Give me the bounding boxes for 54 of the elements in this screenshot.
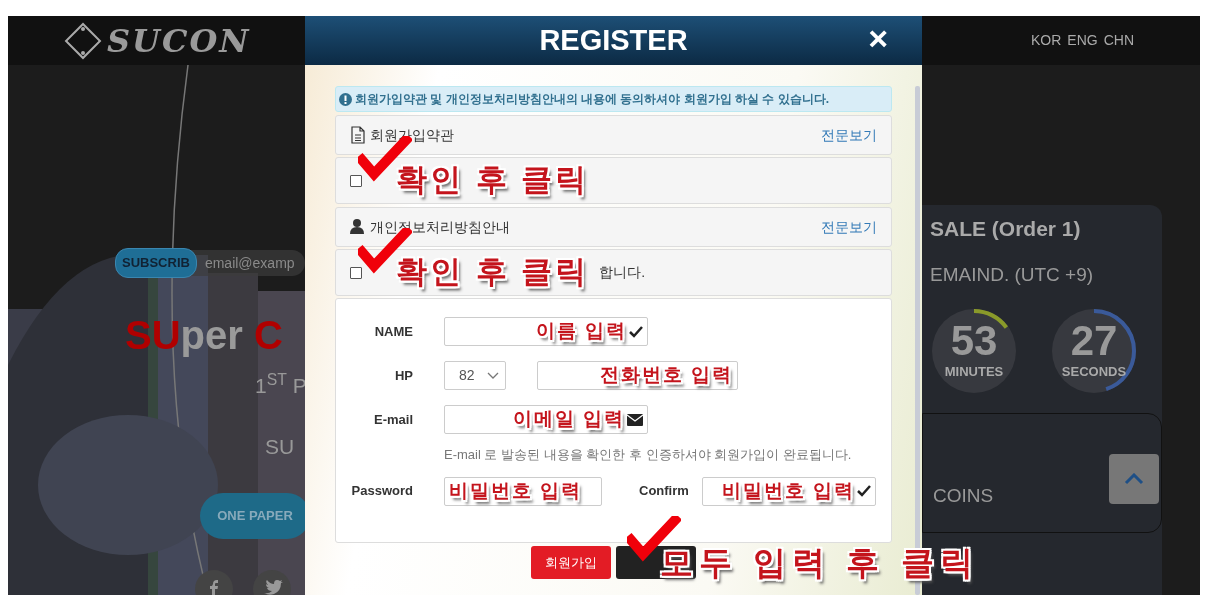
signup-button[interactable]: 회원가입	[531, 546, 611, 579]
agree-checkbox[interactable]	[350, 174, 362, 187]
person-icon	[350, 218, 366, 236]
language-link[interactable]: CHN	[1103, 30, 1134, 51]
field-label: Confirm	[639, 482, 689, 501]
input-field[interactable]: 이메일 입력	[444, 405, 648, 434]
check-icon	[629, 325, 643, 338]
headline-text: SUper C	[125, 312, 283, 359]
annotation-text: 확인 후 클릭	[396, 253, 590, 292]
annotation-text: 비밀번호 입력	[721, 478, 855, 503]
check-icon	[856, 485, 871, 497]
country-code-select[interactable]: 82	[444, 361, 506, 390]
annotation-text: 비밀번호 입력	[449, 478, 583, 503]
logo-text: SUCON	[107, 20, 251, 62]
document-icon	[350, 126, 366, 144]
envelope-icon	[627, 413, 643, 426]
close-button[interactable]: ×	[862, 20, 894, 56]
help-text: E-mail 로 발송된 내용을 확인한 후 인증하셔야 회원가입이 완료됩니다.	[444, 446, 853, 464]
annotation-text: 확인 후 클릭	[396, 161, 590, 200]
chevron-up-icon	[1124, 473, 1144, 485]
agreement-title: 회원가입약관	[370, 125, 454, 145]
input-field[interactable]: 전화번호 입력	[537, 361, 738, 390]
subscribe-field[interactable]: SUBSCRIB email@examp	[115, 250, 305, 276]
input-field[interactable]: 비밀번호 입력	[701, 476, 876, 506]
chevron-down-icon	[487, 371, 499, 380]
field-label: NAME	[373, 322, 413, 341]
agreement-title: 개인정보처리방침안내	[370, 217, 510, 237]
agree-checkbox[interactable]	[350, 266, 362, 279]
language-link[interactable]: ENG	[1067, 30, 1098, 51]
input-field[interactable]: 비밀번호 입력	[444, 476, 602, 506]
modal-title: REGISTER	[539, 22, 688, 58]
view-full-link[interactable]: 전문보기	[821, 216, 877, 238]
input-field[interactable]: 이름 입력	[444, 317, 648, 346]
annotation-text: 이름 입력	[535, 319, 627, 344]
tagline-text: SU	[265, 434, 295, 460]
coins-label: COINS	[933, 483, 994, 508]
view-full-link[interactable]: 전문보기	[821, 124, 877, 146]
email-placeholder: email@examp	[204, 253, 295, 273]
countdown-unit: MINUTES	[944, 363, 1004, 382]
notice-text: 회원가입약관 및 개인정보처리방침안내의 내용에 동의하셔야 회원가입 하실 수 있습니다.	[355, 91, 829, 108]
countdown-number: 27	[1070, 320, 1118, 363]
sale-title: SALE (Order 1)	[930, 216, 1082, 242]
annotation-text: 이메일 입력	[512, 407, 625, 432]
agreement-label: 합니다.	[599, 263, 646, 282]
remaining-time-label: EMAIND. (UTC +9)	[930, 262, 1095, 287]
field-label: HP	[393, 366, 413, 385]
countdown-number: 53	[950, 320, 998, 363]
annotation-text: 전화번호 입력	[599, 363, 733, 388]
language-link[interactable]: KOR	[1030, 30, 1062, 51]
subtitle-text: 1$^{ST}$ P	[255, 370, 307, 399]
field-label: E-mail	[373, 410, 413, 429]
countdown-unit: SECONDS	[1061, 363, 1127, 382]
field-label: Password	[350, 482, 413, 501]
exclamation-icon	[339, 92, 352, 106]
